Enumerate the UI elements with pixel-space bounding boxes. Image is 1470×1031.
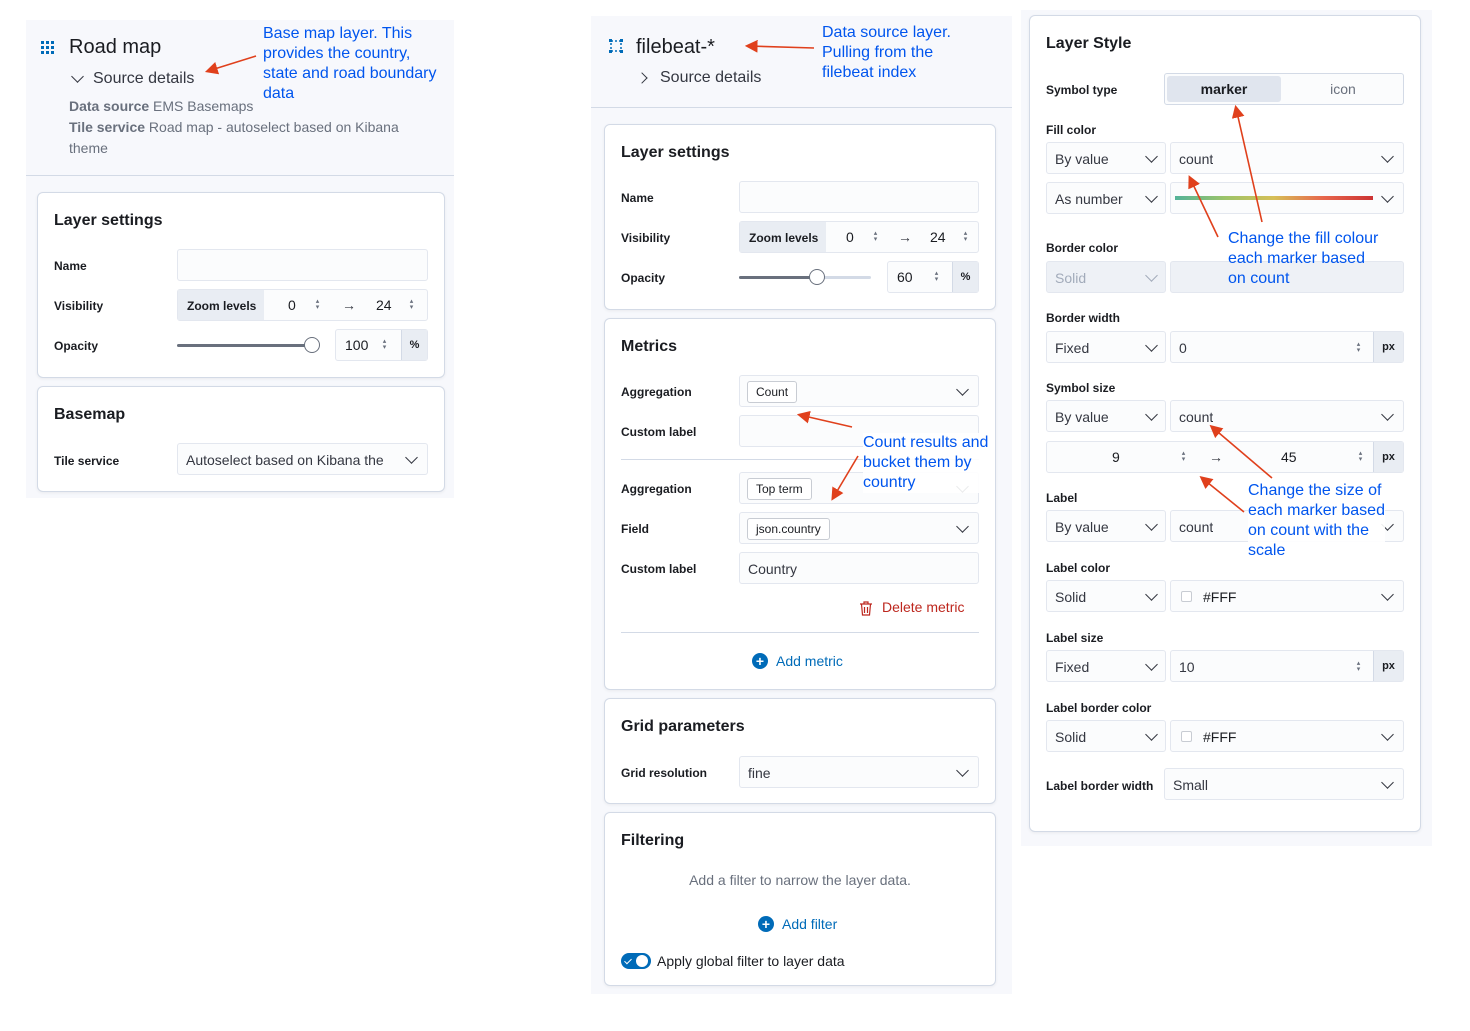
arrow-count-label (796, 410, 853, 428)
arrow-fill-count (1188, 175, 1219, 238)
arrow-fill-marker (1231, 104, 1263, 223)
arrow-basemap (204, 55, 257, 75)
arrow-size-scale (1199, 475, 1245, 513)
arrow-size-count (1209, 424, 1273, 479)
arrow-count-country (831, 455, 859, 501)
annotation-arrows (204, 39, 1273, 513)
arrow-datasource (744, 39, 815, 53)
